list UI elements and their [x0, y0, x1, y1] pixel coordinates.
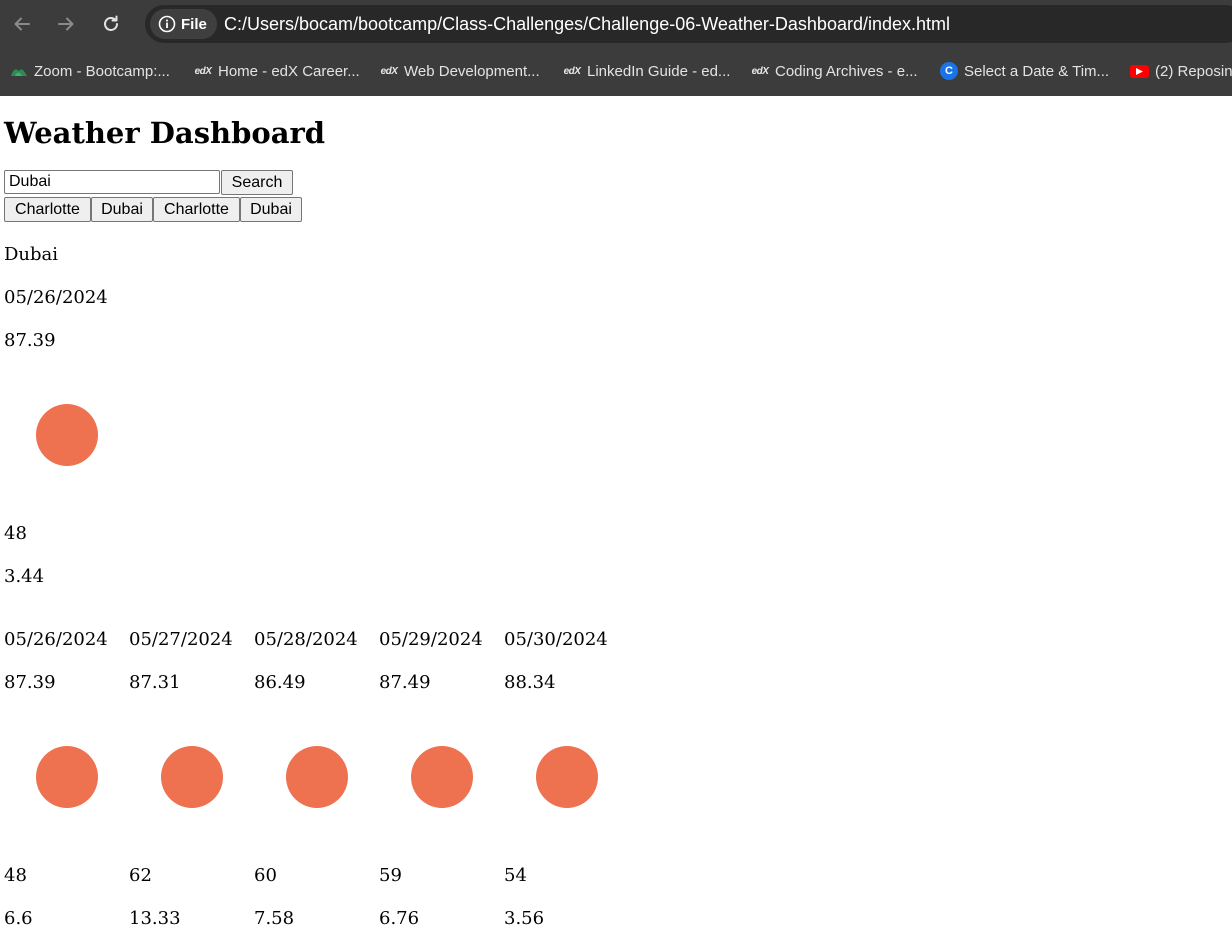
reload-icon — [104, 15, 118, 31]
address-bar[interactable]: File C:/Users/bocam/bootcamp/Class-Chall… — [145, 5, 1232, 43]
edx-icon: edX — [751, 65, 769, 77]
bookmark-linkedin-guide[interactable]: edX LinkedIn Guide - ed... — [563, 56, 731, 86]
current-temp: 87.39 — [4, 330, 56, 351]
bookmark-zoom[interactable]: Zoom - Bootcamp:... — [10, 56, 170, 86]
history-button-dubai[interactable]: Dubai — [91, 197, 153, 222]
forecast-wind: 7.58 — [254, 908, 295, 929]
info-icon — [158, 15, 176, 33]
bookmark-youtube[interactable]: (2) Reposing — [1130, 56, 1232, 86]
bookmark-edx-career[interactable]: edX Home - edX Career... — [194, 56, 360, 86]
forward-arrow-icon — [58, 17, 74, 31]
browser-chrome: File C:/Users/bocam/bootcamp/Class-Chall… — [0, 0, 1232, 96]
forecast-wind: 6.76 — [379, 908, 420, 929]
bookmark-label: (2) Reposing — [1155, 62, 1232, 80]
forecast-humidity: 59 — [379, 865, 402, 886]
weather-icon — [36, 746, 98, 808]
current-city: Dubai — [4, 244, 59, 265]
forecast-date: 05/26/2024 — [4, 629, 108, 650]
forecast-temp: 87.39 — [4, 672, 56, 693]
weather-icon — [411, 746, 473, 808]
bookmarks-bar: Zoom - Bootcamp:... edX Home - edX Caree… — [0, 56, 1232, 86]
forecast-humidity: 48 — [4, 865, 27, 886]
current-date: 05/26/2024 — [4, 287, 108, 308]
history-button-dubai[interactable]: Dubai — [240, 197, 302, 222]
bookmark-calendly[interactable]: C Select a Date & Tim... — [940, 56, 1109, 86]
forecast-temp: 88.34 — [504, 672, 556, 693]
history-button-charlotte[interactable]: Charlotte — [153, 197, 240, 222]
forecast-wind: 3.56 — [504, 908, 545, 929]
weather-icon — [536, 746, 598, 808]
edx-icon: edX — [380, 65, 398, 77]
forecast-date: 05/28/2024 — [254, 629, 358, 650]
back-button[interactable] — [8, 10, 36, 38]
site-info-chip[interactable]: File — [150, 9, 217, 39]
forecast-humidity: 62 — [129, 865, 152, 886]
search-button[interactable]: Search — [221, 170, 293, 195]
zoom-leaf-icon — [10, 64, 28, 78]
youtube-icon — [1130, 64, 1149, 78]
bookmark-web-development[interactable]: edX Web Development... — [380, 56, 540, 86]
forecast-date: 05/30/2024 — [504, 629, 608, 650]
bookmark-label: Coding Archives - e... — [775, 62, 918, 80]
calendly-icon: C — [940, 62, 958, 80]
forecast-wind: 13.33 — [129, 908, 181, 929]
bookmark-label: Select a Date & Tim... — [964, 62, 1110, 80]
weather-icon — [286, 746, 348, 808]
bookmark-label: Zoom - Bootcamp:... — [34, 62, 170, 80]
forecast-humidity: 54 — [504, 865, 527, 886]
back-arrow-icon — [14, 17, 30, 31]
forecast-wind: 6.6 — [4, 908, 33, 929]
edx-icon: edX — [194, 65, 212, 77]
bookmark-label: LinkedIn Guide - ed... — [587, 62, 731, 80]
edx-icon: edX — [563, 65, 581, 77]
file-label: File — [181, 15, 207, 33]
page-body: Weather Dashboard Search Charlotte Dubai… — [4, 96, 1232, 943]
search-input[interactable] — [4, 170, 220, 194]
browser-toolbar: File C:/Users/bocam/bootcamp/Class-Chall… — [0, 0, 1232, 48]
weather-icon — [36, 404, 98, 466]
forecast-temp: 86.49 — [254, 672, 306, 693]
forecast-humidity: 60 — [254, 865, 277, 886]
reload-button[interactable] — [97, 10, 125, 38]
current-wind: 3.44 — [4, 566, 45, 587]
forward-button[interactable] — [52, 10, 80, 38]
page-title: Weather Dashboard — [4, 116, 326, 150]
forecast-date: 05/27/2024 — [129, 629, 233, 650]
bookmark-label: Web Development... — [404, 62, 540, 80]
current-humidity: 48 — [4, 523, 27, 544]
bookmark-coding-archives[interactable]: edX Coding Archives - e... — [751, 56, 918, 86]
forecast-date: 05/29/2024 — [379, 629, 483, 650]
weather-icon — [161, 746, 223, 808]
forecast-temp: 87.49 — [379, 672, 431, 693]
forecast-temp: 87.31 — [129, 672, 181, 693]
history-button-charlotte[interactable]: Charlotte — [4, 197, 91, 222]
bookmark-label: Home - edX Career... — [218, 62, 360, 80]
url-text[interactable]: C:/Users/bocam/bootcamp/Class-Challenges… — [224, 14, 950, 35]
